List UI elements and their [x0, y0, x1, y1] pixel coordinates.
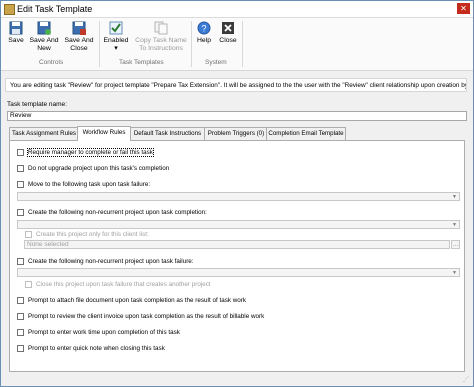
tab-workflow-rules[interactable]: Workflow Rules: [77, 126, 131, 141]
checkbox-icon: [17, 297, 24, 304]
checkbox-icon: [17, 149, 24, 156]
save-button[interactable]: Save: [5, 21, 27, 45]
checkbox-icon: [17, 181, 24, 188]
info-message: You are editing task "Review" for projec…: [5, 78, 467, 92]
only-for-client-label: Create this project only for this client…: [36, 231, 149, 239]
require-manager-label: Require manager to complete or fail this…: [27, 148, 154, 158]
checkbox-icon: [17, 313, 24, 320]
floppy-disk-icon: [9, 21, 23, 35]
save-and-close-button[interactable]: Save And Close: [63, 21, 95, 53]
move-on-failure-checkbox[interactable]: Move to the following task upon task fai…: [17, 181, 150, 189]
close-button[interactable]: Close: [217, 21, 239, 45]
task-template-name-label: Task template name:: [7, 101, 67, 108]
save-and-new-label-line1: Save And: [29, 37, 59, 44]
help-question-icon: ?: [197, 21, 211, 35]
checkbox-checked-icon: [109, 21, 123, 35]
edit-task-template-window: Edit Task Template ✕ Save Save And New S…: [0, 0, 474, 387]
save-and-new-button[interactable]: Save And New: [29, 21, 59, 53]
controls-group-label: Controls: [39, 59, 64, 66]
prompt-attach-checkbox[interactable]: Prompt to attach file document upon task…: [17, 297, 246, 305]
checkbox-icon: [25, 231, 32, 238]
prompt-review-invoice-label: Prompt to review the client invoice upon…: [28, 313, 265, 321]
system-group-label: System: [205, 59, 227, 66]
checkbox-icon: [17, 345, 24, 352]
prompt-quick-note-label: Prompt to enter quick note when closing …: [28, 345, 165, 353]
window-title: Edit Task Template: [17, 4, 93, 14]
close-on-failure-checkbox[interactable]: Close this project upon task failure tha…: [25, 281, 211, 289]
title-bar: Edit Task Template ✕: [1, 1, 473, 18]
tab-completion-email-template[interactable]: Completion Email Template: [266, 127, 346, 140]
app-icon: [4, 4, 15, 15]
move-on-failure-label: Move to the following task upon task fai…: [28, 181, 151, 189]
tab-problem-triggers[interactable]: Problem Triggers (0): [204, 127, 268, 140]
ribbon-separator: [99, 21, 100, 67]
close-on-failure-label: Close this project upon task failure tha…: [36, 281, 211, 289]
svg-text:?: ?: [201, 24, 206, 34]
create-on-completion-checkbox[interactable]: Create the following non-recurrent proje…: [17, 209, 207, 217]
checkbox-icon: [17, 165, 24, 172]
prompt-quick-note-checkbox[interactable]: Prompt to enter quick note when closing …: [17, 345, 165, 353]
close-x-icon: [222, 22, 234, 34]
copy-document-icon: [154, 21, 168, 35]
tab-default-task-instructions[interactable]: Default Task Instructions: [129, 127, 206, 140]
checkbox-icon: [25, 281, 32, 288]
dropdown-arrow-icon: ▼: [452, 222, 457, 228]
prompt-attach-label: Prompt to attach file document upon task…: [28, 297, 247, 305]
help-button[interactable]: ? Help: [194, 21, 214, 45]
client-list-field: None selected: [24, 240, 450, 249]
close-label: Close: [219, 37, 237, 44]
enabled-label: Enabled: [103, 37, 129, 44]
only-for-client-checkbox[interactable]: Create this project only for this client…: [25, 231, 149, 239]
save-and-close-label-line2: Close: [70, 45, 88, 52]
ribbon-separator: [242, 21, 243, 67]
window-close-button[interactable]: ✕: [457, 3, 470, 14]
tab-task-assignment-rules[interactable]: Task Assignment Rules: [9, 127, 79, 140]
create-on-failure-label: Create the following non-recurrent proje…: [28, 258, 194, 266]
copy-task-name-label-line1: Copy Task Name: [135, 37, 187, 44]
completion-project-dropdown[interactable]: ▼: [17, 220, 460, 229]
failure-project-dropdown[interactable]: ▼: [17, 268, 460, 277]
save-and-close-label-line1: Save And: [64, 37, 94, 44]
workflow-rules-panel: Require manager to complete or fail this…: [9, 140, 465, 372]
checkbox-icon: [17, 329, 24, 336]
failure-task-dropdown[interactable]: ▼: [17, 192, 460, 201]
save-label: Save: [8, 37, 24, 44]
dropdown-arrow-icon: ▼: [452, 270, 457, 276]
enabled-toggle-button[interactable]: Enabled ▾: [102, 21, 130, 53]
prompt-work-time-checkbox[interactable]: Prompt to enter work time upon completio…: [17, 329, 180, 337]
no-upgrade-label: Do not upgrade project upon this task's …: [28, 165, 170, 173]
task-templates-group-label: Task Templates: [119, 59, 164, 66]
checkbox-icon: [17, 209, 24, 216]
copy-task-name-button[interactable]: Copy Task Name To Instructions: [134, 21, 188, 53]
copy-task-name-label-line2: To Instructions: [139, 45, 183, 52]
checkbox-icon: [17, 258, 24, 265]
dropdown-arrow-icon: ▼: [452, 194, 457, 200]
save-and-new-label-line2: New: [37, 45, 51, 52]
create-on-failure-checkbox[interactable]: Create the following non-recurrent proje…: [17, 258, 194, 266]
create-on-completion-label: Create the following non-recurrent proje…: [28, 209, 207, 217]
help-label: Help: [197, 37, 211, 44]
prompt-review-invoice-checkbox[interactable]: Prompt to review the client invoice upon…: [17, 313, 264, 321]
floppy-disk-new-icon: [37, 21, 51, 35]
dropdown-arrow-icon: ▾: [114, 45, 118, 52]
no-upgrade-checkbox[interactable]: Do not upgrade project upon this task's …: [17, 165, 169, 173]
task-template-name-input[interactable]: Review: [7, 111, 467, 121]
client-list-browse-button[interactable]: ...: [451, 240, 460, 249]
ribbon-separator: [191, 21, 192, 67]
require-manager-checkbox[interactable]: Require manager to complete or fail this…: [17, 148, 154, 158]
floppy-disk-close-icon: [72, 21, 86, 35]
resize-grip-icon[interactable]: ⋰: [463, 376, 471, 384]
prompt-work-time-label: Prompt to enter work time upon completio…: [28, 329, 180, 337]
ribbon-toolbar: Save Save And New Save And Close Control…: [1, 18, 473, 71]
